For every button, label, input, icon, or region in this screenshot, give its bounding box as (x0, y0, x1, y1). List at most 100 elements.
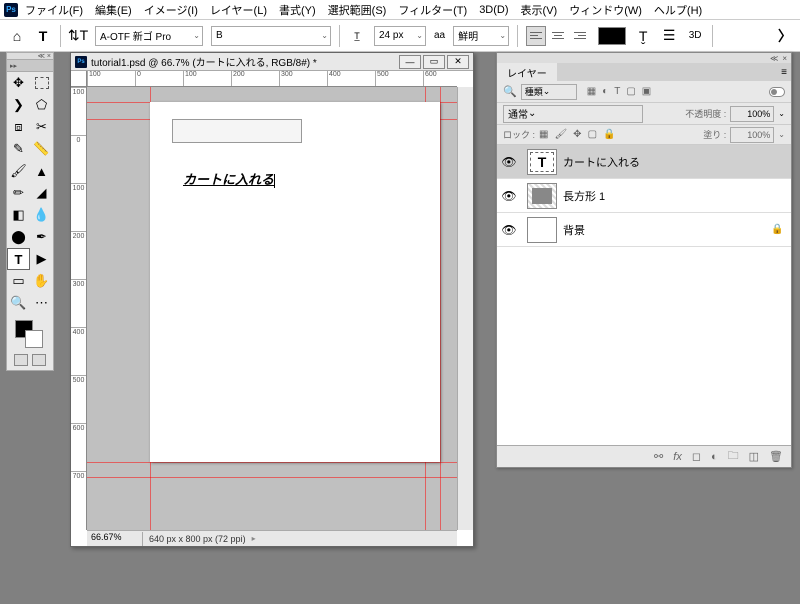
path-select-tool[interactable]: ▶ (30, 248, 53, 270)
vertical-ruler[interactable]: 1000100200300400500600700 (71, 87, 87, 530)
menu-select[interactable]: 選択範囲(S) (323, 0, 392, 20)
canvas-area[interactable]: カートに入れる (87, 87, 457, 530)
layer-effects-icon[interactable]: fx (673, 451, 682, 463)
gradient-tool[interactable]: ◧ (7, 204, 30, 226)
layer-row[interactable]: 👁 T カートに入れる (497, 145, 791, 179)
layer-name[interactable]: カートに入れる (563, 154, 791, 170)
menu-type[interactable]: 書式(Y) (274, 0, 321, 20)
panel-menu-icon[interactable]: ≡ (781, 67, 787, 78)
menu-window[interactable]: ウィンドウ(W) (564, 0, 647, 20)
lock-pixels-icon[interactable]: 🖌 (554, 129, 567, 140)
layer-row[interactable]: 👁 背景 🔒 (497, 213, 791, 247)
polygon-lasso-tool[interactable]: ⬠ (30, 94, 53, 116)
pen-tool[interactable]: ✒ (30, 226, 53, 248)
ruler-tool[interactable]: 📏 (30, 138, 53, 160)
horizontal-ruler[interactable]: 1000100200300400500600 (87, 71, 457, 87)
lock-artboard-icon[interactable]: ▢ (588, 129, 597, 140)
visibility-toggle[interactable]: 👁 (497, 223, 521, 237)
lock-transparent-icon[interactable]: ▦ (539, 129, 548, 140)
layer-mask-icon[interactable]: ◻ (692, 450, 701, 463)
fill-input[interactable]: 100% (730, 127, 774, 143)
rectangle-tool[interactable]: ▭ (7, 270, 30, 292)
antialias-dropdown[interactable]: 鮮明⌄ (453, 26, 509, 46)
opacity-input[interactable]: 100% (730, 106, 774, 122)
character-panel-icon[interactable]: ☰ (660, 27, 678, 45)
search-icon[interactable]: 🔍 (503, 85, 517, 98)
guide[interactable] (87, 462, 457, 463)
3d-icon[interactable]: 3D (686, 27, 704, 45)
zoom-tool[interactable]: 🔍 (7, 292, 30, 314)
align-left-button[interactable] (526, 26, 546, 46)
link-layers-icon[interactable]: ⚯ (654, 450, 663, 463)
standard-mode-button[interactable] (14, 354, 28, 366)
brush-tool[interactable]: 🖌 (7, 160, 30, 182)
slice-tool[interactable]: ✂ (30, 116, 53, 138)
eraser-tool[interactable]: ◢ (30, 182, 53, 204)
group-icon[interactable]: 🗀 (728, 447, 739, 466)
menu-3d[interactable]: 3D(D) (474, 2, 513, 18)
filter-toggle[interactable] (769, 87, 785, 97)
quickmask-mode-button[interactable] (32, 354, 46, 366)
blur-tool[interactable]: 💧 (30, 204, 53, 226)
warp-text-icon[interactable]: T̬ (634, 27, 652, 45)
filter-kind-dropdown[interactable]: 種類⌄ (521, 84, 577, 100)
align-right-button[interactable] (570, 26, 590, 46)
filter-shape-icon[interactable]: ▢ (626, 86, 635, 97)
overflow-icon[interactable]: 〉 (778, 26, 792, 46)
filter-pixel-icon[interactable]: ▦ (587, 86, 596, 97)
eyedropper-tool[interactable]: ✎ (7, 138, 30, 160)
layers-tab[interactable]: レイヤー (497, 63, 557, 83)
document-titlebar[interactable]: Ps tutorial1.psd @ 66.7% (カートに入れる, RGB/8… (71, 53, 473, 71)
menu-layer[interactable]: レイヤー(L) (205, 0, 272, 20)
lock-position-icon[interactable]: ✥ (573, 129, 581, 140)
adjustment-layer-icon[interactable]: ◐ (711, 451, 718, 463)
close-button[interactable]: ✕ (447, 55, 469, 69)
blend-mode-dropdown[interactable]: 通常⌄ (503, 105, 643, 123)
visibility-toggle[interactable]: 👁 (497, 155, 521, 169)
lock-all-icon[interactable]: 🔒 (603, 129, 615, 140)
type-tool[interactable]: T (7, 248, 30, 270)
menu-image[interactable]: イメージ(I) (139, 0, 203, 20)
filter-smart-icon[interactable]: ▣ (642, 86, 651, 97)
canvas[interactable] (150, 102, 440, 462)
visibility-toggle[interactable]: 👁 (497, 189, 521, 203)
menu-edit[interactable]: 編集(E) (90, 0, 137, 20)
text-layer-content[interactable]: カートに入れる (183, 169, 275, 188)
menu-filter[interactable]: フィルター(T) (393, 0, 472, 20)
new-layer-icon[interactable]: ◫ (749, 450, 759, 463)
document-status[interactable]: 640 px x 800 px (72 ppi) (143, 534, 252, 544)
font-family-dropdown[interactable]: A-OTF 新ゴ Pro⌄ (95, 26, 203, 46)
lasso-tool[interactable]: ❯ (7, 94, 30, 116)
minimize-button[interactable]: — (399, 55, 421, 69)
align-center-button[interactable] (548, 26, 568, 46)
crop-tool[interactable]: ⧈ (7, 116, 30, 138)
guide[interactable] (440, 87, 441, 530)
dodge-tool[interactable]: ⬤ (7, 226, 30, 248)
move-tool[interactable]: ✥ (7, 72, 30, 94)
delete-layer-icon[interactable]: 🗑 (769, 450, 783, 463)
text-orientation-icon[interactable]: ⇅T (69, 27, 87, 45)
collapse-icon[interactable]: ≪ (770, 54, 778, 63)
ruler-origin[interactable] (71, 71, 87, 87)
text-color-swatch[interactable] (598, 27, 626, 45)
font-weight-dropdown[interactable]: B⌄ (211, 26, 331, 46)
layer-row[interactable]: 👁 長方形 1 (497, 179, 791, 213)
color-picker[interactable] (7, 318, 53, 350)
layer-thumbnail[interactable]: T (527, 149, 557, 175)
hand-tool[interactable]: ✋ (30, 270, 53, 292)
layer-thumbnail[interactable] (527, 183, 557, 209)
vertical-scrollbar[interactable] (457, 87, 473, 530)
marquee-tool[interactable] (35, 77, 49, 89)
font-size-dropdown[interactable]: 24 px⌄ (374, 26, 426, 46)
maximize-button[interactable]: ▭ (423, 55, 445, 69)
filter-type-icon[interactable]: T (614, 86, 620, 97)
menu-help[interactable]: ヘルプ(H) (649, 0, 707, 20)
edit-toolbar[interactable]: ⋯ (30, 292, 53, 314)
stamp-tool[interactable]: ▲ (30, 160, 53, 182)
home-icon[interactable]: ⌂ (8, 27, 26, 45)
pencil-tool[interactable]: ✏ (7, 182, 30, 204)
tool-preset-icon[interactable]: T (34, 27, 52, 45)
layer-name[interactable]: 長方形 1 (563, 188, 791, 204)
guide[interactable] (87, 477, 457, 478)
layer-thumbnail[interactable] (527, 217, 557, 243)
